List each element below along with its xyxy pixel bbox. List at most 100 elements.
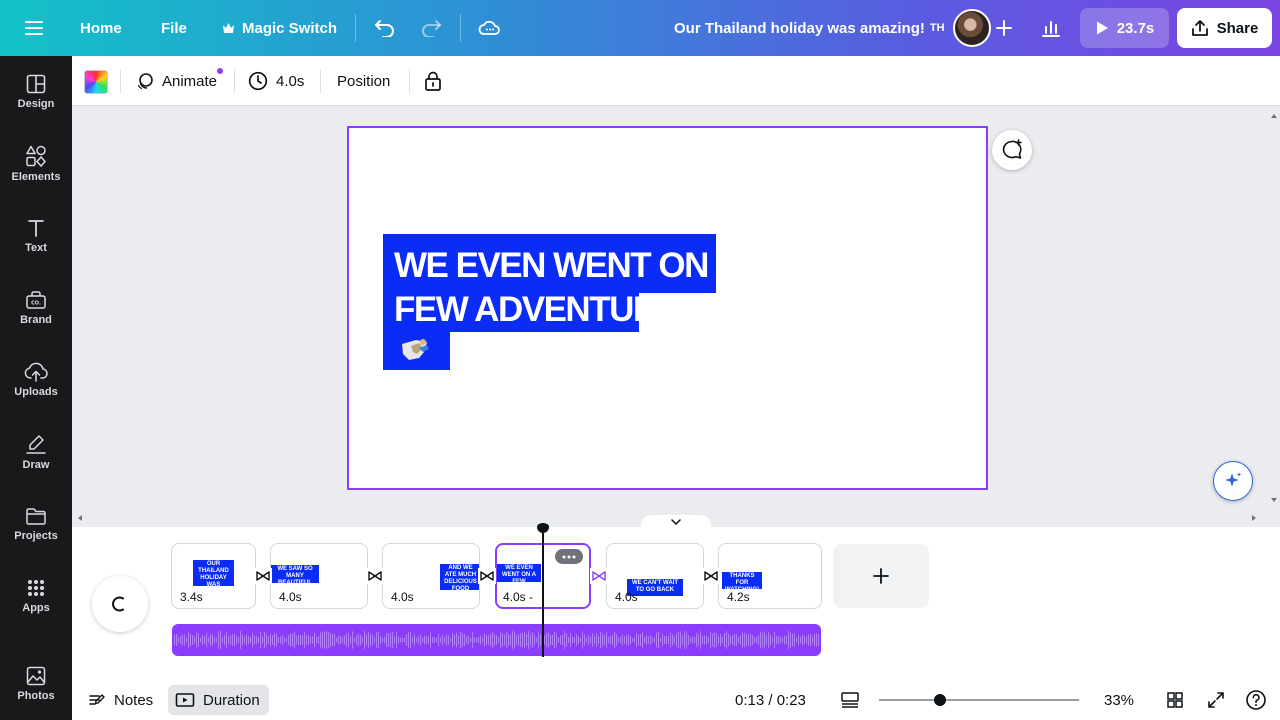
audio-track[interactable] bbox=[172, 624, 821, 656]
waveform-bar bbox=[618, 637, 619, 643]
rail-item-design[interactable]: Design bbox=[0, 60, 72, 124]
rail-item-text[interactable]: Text bbox=[0, 204, 72, 268]
waveform-bar bbox=[588, 635, 589, 645]
projects-icon bbox=[25, 506, 47, 526]
add-comment-button[interactable] bbox=[992, 130, 1032, 170]
redo-icon[interactable] bbox=[420, 0, 442, 56]
zoom-slider-handle[interactable] bbox=[934, 694, 946, 706]
timeline-clip[interactable]: WE SAW SO MANY BEAUTIFUL PLACES 4.0s bbox=[270, 543, 368, 609]
share-icon bbox=[1191, 19, 1209, 37]
waveform-bar bbox=[446, 634, 447, 646]
color-picker-swatch[interactable] bbox=[84, 70, 108, 94]
waveform-bar bbox=[670, 632, 671, 648]
help-icon[interactable] bbox=[1245, 685, 1267, 715]
clip-more-options-button[interactable] bbox=[555, 549, 583, 564]
waveform-bar bbox=[550, 634, 551, 646]
rail-item-elements[interactable]: Elements bbox=[0, 132, 72, 196]
transition-icon[interactable] bbox=[702, 568, 720, 584]
waveform-bar bbox=[598, 635, 599, 645]
menu-icon[interactable] bbox=[24, 0, 44, 56]
play-button[interactable]: 23.7s bbox=[1080, 8, 1169, 48]
duration-button[interactable]: 4.0s bbox=[248, 56, 304, 106]
transition-icon[interactable] bbox=[590, 568, 608, 584]
waveform-bar bbox=[796, 637, 797, 643]
page-layout-icon[interactable] bbox=[840, 685, 860, 715]
left-rail: Design Elements Text CO. Brand Uploads D… bbox=[0, 56, 72, 720]
uploads-icon bbox=[24, 362, 48, 382]
divider bbox=[460, 14, 461, 42]
waveform-bar bbox=[754, 637, 755, 643]
home-button[interactable]: Home bbox=[80, 0, 122, 56]
waveform-bar bbox=[530, 633, 531, 647]
rail-item-uploads[interactable]: Uploads bbox=[0, 348, 72, 412]
rail-label: Projects bbox=[14, 530, 58, 542]
headline-text-block[interactable]: WE EVEN WENT ON A FEW ADVENTURES bbox=[383, 234, 740, 332]
duration-view-button[interactable]: Duration bbox=[168, 685, 269, 715]
zoom-slider-track[interactable] bbox=[879, 699, 1079, 701]
waveform-bar bbox=[468, 635, 469, 645]
waveform-bar bbox=[632, 637, 633, 643]
waveform-bar bbox=[740, 635, 741, 645]
waveform-bar bbox=[394, 636, 395, 644]
add-page-button[interactable] bbox=[833, 544, 929, 608]
waveform-bar bbox=[752, 635, 753, 645]
transition-icon[interactable] bbox=[366, 568, 384, 584]
waveform-bar bbox=[428, 635, 429, 645]
add-collaborator-icon[interactable] bbox=[995, 0, 1013, 56]
waveform-bar bbox=[696, 632, 697, 648]
position-button[interactable]: Position bbox=[337, 56, 390, 106]
magic-switch-button[interactable]: Magic Switch bbox=[222, 0, 337, 56]
rail-item-photos[interactable]: Photos bbox=[0, 652, 72, 716]
vertical-scrollbar[interactable] bbox=[1268, 106, 1280, 518]
rail-item-apps[interactable]: Apps bbox=[0, 564, 72, 628]
waveform-bar bbox=[782, 637, 783, 643]
waveform-bar bbox=[764, 631, 765, 649]
transition-icon[interactable] bbox=[254, 568, 272, 584]
adventure-sticker[interactable] bbox=[383, 332, 450, 370]
waveform-bar bbox=[674, 636, 675, 644]
sparkle-icon bbox=[1222, 470, 1244, 492]
clip-thumbnail: OUR THAILAND HOLIDAY WAS AMAZING TH bbox=[193, 560, 234, 586]
waveform-bar bbox=[424, 635, 425, 645]
waveform-bar bbox=[646, 635, 647, 645]
zoom-level[interactable]: 33% bbox=[1104, 685, 1134, 715]
timeline-clip[interactable]: WE CAN'T WAIT TO GO BACK 4.0s bbox=[606, 543, 704, 609]
rail-item-brand[interactable]: CO. Brand bbox=[0, 276, 72, 340]
lock-icon[interactable] bbox=[424, 56, 442, 106]
waveform-bar bbox=[386, 633, 387, 647]
share-button[interactable]: Share bbox=[1177, 8, 1272, 48]
notes-button[interactable]: Notes bbox=[88, 685, 153, 715]
rail-item-draw[interactable]: Draw bbox=[0, 420, 72, 484]
waveform-bar bbox=[794, 634, 795, 646]
waveform-bar bbox=[196, 632, 197, 648]
waveform-bar bbox=[540, 634, 541, 646]
fullscreen-icon[interactable] bbox=[1207, 685, 1225, 715]
collapse-timeline-button[interactable] bbox=[641, 515, 711, 529]
waveform-bar bbox=[318, 636, 319, 644]
rail-item-projects[interactable]: Projects bbox=[0, 492, 72, 556]
design-icon bbox=[26, 74, 46, 94]
file-menu-button[interactable]: File bbox=[161, 0, 187, 56]
playhead[interactable] bbox=[542, 527, 544, 657]
waveform-bar bbox=[250, 636, 251, 644]
cloud-save-icon[interactable] bbox=[478, 0, 500, 56]
insights-icon[interactable] bbox=[1041, 0, 1061, 56]
grid-view-icon[interactable] bbox=[1166, 685, 1184, 715]
elements-icon bbox=[25, 145, 47, 167]
magic-assistant-button[interactable] bbox=[1213, 461, 1253, 501]
undo-icon[interactable] bbox=[374, 0, 396, 56]
waveform-bar bbox=[346, 633, 347, 647]
waveform-bar bbox=[774, 631, 775, 649]
avatar[interactable] bbox=[953, 9, 991, 47]
timeline-clip[interactable]: THANKS FOR WATCHING! 4.2s bbox=[718, 543, 822, 609]
waveform-bar bbox=[254, 635, 255, 645]
waveform-bar bbox=[742, 632, 743, 648]
waveform-bar bbox=[704, 635, 705, 645]
rail-label: Draw bbox=[22, 459, 50, 471]
timeline-clip[interactable]: OUR THAILAND HOLIDAY WAS AMAZING TH 3.4s bbox=[171, 543, 256, 609]
transition-icon[interactable] bbox=[478, 568, 496, 584]
animate-button[interactable]: Animate bbox=[136, 56, 217, 106]
document-title[interactable]: Our Thailand holiday was amazing! TH bbox=[674, 0, 945, 56]
timeline-clip[interactable]: AND WE ATE MUCH DELICIOUS FOOD 4.0s bbox=[382, 543, 480, 609]
waveform-bar bbox=[256, 635, 257, 645]
